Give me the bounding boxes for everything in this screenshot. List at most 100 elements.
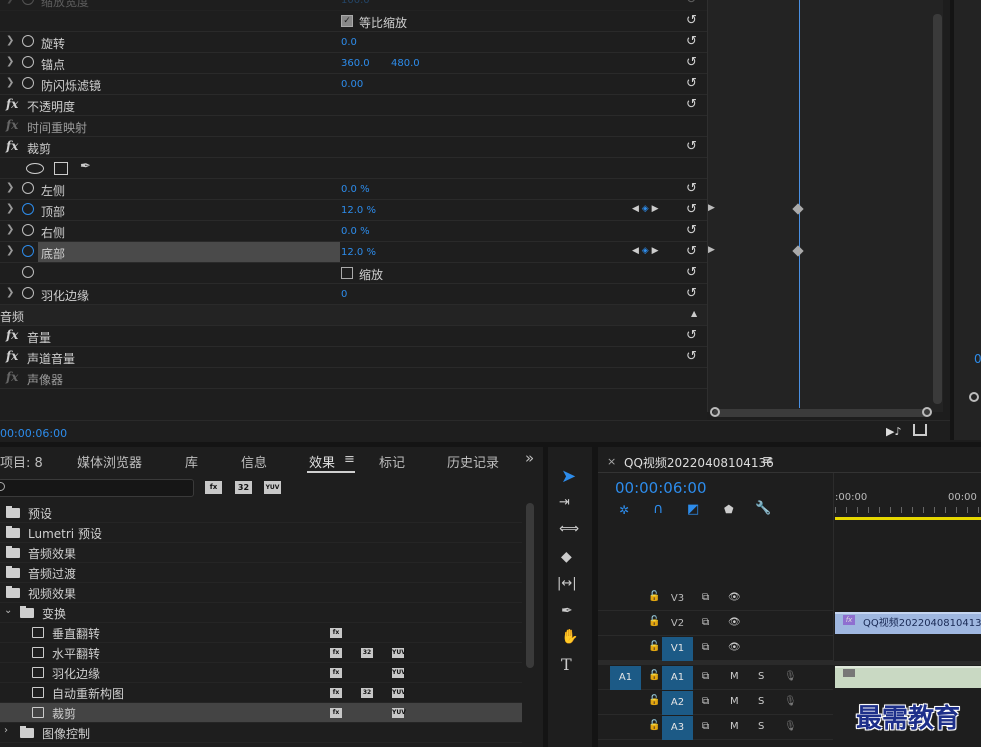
- tab-effects-menu-icon[interactable]: ≡: [344, 452, 355, 467]
- property-row[interactable]: ❯ 缩放宽度 100.0 ↺: [0, 0, 707, 11]
- keyframe-bottom-start[interactable]: ▶: [708, 245, 715, 255]
- property-value-2[interactable]: 480.0: [391, 58, 420, 69]
- fx-toggle-icon[interactable]: fx: [6, 349, 18, 363]
- lock-track-icon[interactable]: 🔓: [648, 695, 660, 706]
- expand-twirl-icon[interactable]: ❯: [6, 56, 14, 67]
- source-patch-a1[interactable]: A1: [610, 666, 641, 690]
- track-target[interactable]: A3: [662, 716, 693, 740]
- property-value[interactable]: 12.0 %: [341, 205, 376, 216]
- clip-a1[interactable]: [835, 666, 981, 688]
- property-value[interactable]: 0.00: [341, 79, 363, 90]
- keyframe-bottom[interactable]: [792, 245, 804, 257]
- tab-history[interactable]: 历史记录: [447, 452, 499, 471]
- hand-tool-icon[interactable]: ✋: [561, 629, 578, 645]
- zoom-scrollbar[interactable]: [713, 409, 931, 417]
- mute-button[interactable]: M: [730, 721, 739, 732]
- property-row[interactable]: ❯ 顶部 12.0 % ↺ ◀ ◈ ▶: [0, 200, 707, 221]
- next-keyframe-icon[interactable]: ▶: [652, 246, 659, 256]
- microphone-icon[interactable]: 🎙: [784, 696, 797, 707]
- property-row[interactable]: ❯ 右侧 0.0 % ↺: [0, 221, 707, 242]
- tab-effects[interactable]: 效果: [309, 452, 335, 471]
- keyframe-top-start[interactable]: ▶: [708, 203, 715, 213]
- stopwatch-icon[interactable]: [22, 266, 34, 278]
- effects-tree-item[interactable]: 羽化边缘 fx YUV: [0, 663, 522, 683]
- property-value[interactable]: 12.0 %: [341, 247, 376, 258]
- track-header-a2[interactable]: 🔓 A2 ⧉ M S 🎙: [598, 691, 833, 715]
- property-value[interactable]: 360.0: [341, 58, 370, 69]
- effect-row[interactable]: fx 时间重映射: [0, 116, 707, 137]
- stopwatch-icon[interactable]: [22, 35, 34, 47]
- stopwatch-icon[interactable]: [22, 182, 34, 194]
- solo-button[interactable]: S: [758, 671, 764, 682]
- expand-twirl-icon[interactable]: ❯: [6, 0, 14, 4]
- solo-button[interactable]: S: [758, 696, 764, 707]
- add-marker-icon[interactable]: ⬟: [724, 503, 734, 516]
- fx-toggle-icon[interactable]: fx: [6, 328, 18, 342]
- ec-vertical-scrollbar[interactable]: [933, 14, 942, 404]
- filter-accelerated-icon[interactable]: fx: [205, 481, 222, 494]
- reset-icon[interactable]: ↺: [686, 265, 697, 280]
- track-target[interactable]: V3: [662, 587, 693, 611]
- keyframe-navigator[interactable]: ◀ ◈ ▶: [632, 246, 659, 256]
- export-icon[interactable]: [913, 424, 927, 436]
- settings-wrench-icon[interactable]: 🔧: [755, 501, 771, 516]
- prev-keyframe-icon[interactable]: ◀: [632, 204, 639, 214]
- property-row[interactable]: ❯ 底部 12.0 % ↺ ◀ ◈ ▶: [0, 242, 707, 263]
- expand-twirl-icon[interactable]: ❯: [6, 203, 14, 214]
- filter-audio-icon[interactable]: ▶♪: [886, 425, 901, 438]
- sequence-tab[interactable]: QQ视频20220408104136: [624, 454, 774, 471]
- tabs-overflow[interactable]: »: [525, 449, 534, 467]
- stopwatch-icon[interactable]: [22, 0, 34, 5]
- effects-tree-item[interactable]: 音频效果: [0, 543, 522, 563]
- checkbox-row[interactable]: ✓ 等比缩放 ↺: [0, 11, 707, 32]
- linked-selection-icon[interactable]: ◩: [687, 502, 699, 517]
- expand-twirl-icon[interactable]: ❯: [6, 287, 14, 298]
- track-target[interactable]: V2: [662, 612, 693, 636]
- add-keyframe-icon[interactable]: ◈: [642, 246, 649, 256]
- expand-twirl-icon[interactable]: ❯: [6, 35, 14, 46]
- reset-icon[interactable]: ↺: [686, 0, 697, 7]
- effect-row[interactable]: fx 音量 ↺: [0, 326, 707, 347]
- property-value[interactable]: 100.0: [341, 0, 370, 6]
- stopwatch-icon[interactable]: [22, 77, 34, 89]
- effects-tree-item[interactable]: 视频效果: [0, 583, 522, 603]
- zoom-handle-left[interactable]: [710, 407, 720, 417]
- stopwatch-icon[interactable]: [22, 56, 34, 68]
- filter-yuv-icon[interactable]: YUV: [264, 481, 281, 494]
- lock-track-icon[interactable]: 🔓: [648, 641, 660, 652]
- reset-icon[interactable]: ↺: [686, 34, 697, 49]
- effect-controls-timeline[interactable]: ▶ ▶: [707, 0, 943, 417]
- section-header[interactable]: 音频 ▲: [0, 305, 707, 326]
- stopwatch-icon[interactable]: [22, 245, 34, 257]
- track-header-a1[interactable]: A1 🔓 A1 ⧉ M S 🎙: [598, 666, 833, 690]
- expand-twirl-icon[interactable]: ❯: [6, 224, 14, 235]
- property-row[interactable]: ❯ 防闪烁滤镜 0.00 ↺: [0, 74, 707, 95]
- tab-markers[interactable]: 标记: [379, 452, 405, 471]
- slip-tool-icon[interactable]: |↔|: [557, 576, 577, 591]
- sync-lock-icon[interactable]: ⧉: [702, 671, 709, 682]
- property-row[interactable]: ❯ 锚点 360.0 480.0 ↺: [0, 53, 707, 74]
- eye-icon[interactable]: 👁: [728, 617, 741, 628]
- lock-track-icon[interactable]: 🔓: [648, 616, 660, 627]
- program-scroll-handle[interactable]: [969, 392, 979, 402]
- effects-tree-item[interactable]: Lumetri 预设: [0, 523, 522, 543]
- property-value[interactable]: 0.0 %: [341, 226, 370, 237]
- microphone-icon[interactable]: 🎙: [784, 721, 797, 732]
- zoom-handle-right[interactable]: [922, 407, 932, 417]
- close-sequence-icon[interactable]: ×: [607, 455, 616, 468]
- effects-tree-item[interactable]: 音频过渡: [0, 563, 522, 583]
- fx-toggle-icon[interactable]: fx: [6, 97, 18, 111]
- property-row[interactable]: ❯ 左侧 0.0 % ↺: [0, 179, 707, 200]
- rectangle-mask-icon[interactable]: [54, 162, 68, 175]
- lock-track-icon[interactable]: 🔓: [648, 720, 660, 731]
- effects-tree-item[interactable]: 垂直翻转 fx: [0, 623, 522, 643]
- track-target[interactable]: A1: [662, 666, 693, 690]
- sync-lock-icon[interactable]: ⧉: [702, 696, 709, 707]
- sync-lock-icon[interactable]: ⧉: [702, 721, 709, 732]
- effects-tree-item[interactable]: 裁剪 fx YUV: [0, 703, 522, 723]
- next-keyframe-icon[interactable]: ▶: [652, 204, 659, 214]
- pen-mask-icon[interactable]: ✒: [80, 159, 91, 174]
- property-value[interactable]: 0.0: [341, 37, 357, 48]
- effect-row[interactable]: fx 裁剪 ↺: [0, 137, 707, 158]
- fx-toggle-icon[interactable]: fx: [6, 139, 18, 153]
